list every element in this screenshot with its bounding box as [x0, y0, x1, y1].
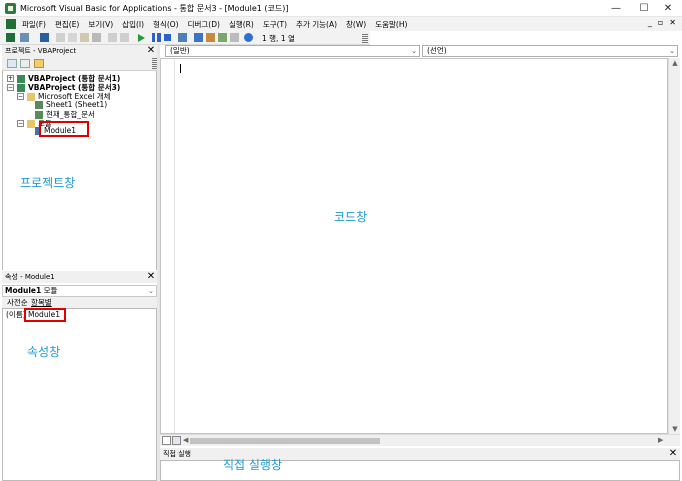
chevron-down-icon[interactable]: ⌄	[148, 286, 154, 296]
window-title: Microsoft Visual Basic for Applications …	[20, 4, 289, 13]
vba-app-icon	[5, 3, 16, 14]
properties-pane-header: 속성 - Module1	[2, 271, 157, 283]
menu-debug[interactable]: 디버그(D)	[188, 19, 220, 30]
project-pane-toolbar	[2, 57, 157, 71]
view-code-icon[interactable]	[7, 59, 17, 68]
properties-window-icon[interactable]	[206, 33, 215, 42]
collapse-icon[interactable]: −	[17, 93, 24, 100]
folder-icon	[27, 92, 35, 101]
menu-view[interactable]: 보기(V)	[88, 19, 113, 30]
copy-icon[interactable]	[68, 33, 77, 42]
paste-icon[interactable]	[80, 33, 89, 42]
find-icon[interactable]	[92, 33, 101, 42]
toolbox-icon[interactable]	[230, 33, 239, 42]
scroll-left-icon[interactable]: ◀	[183, 436, 188, 444]
code-vertical-scrollbar[interactable]: ▲ ▼	[668, 58, 680, 434]
design-mode-icon[interactable]	[178, 33, 187, 42]
undo-icon[interactable]	[108, 33, 117, 42]
properties-pane-title: 속성 - Module1	[5, 273, 55, 281]
object-combo[interactable]: (일반) ⌄	[165, 45, 420, 57]
save-icon[interactable]	[40, 33, 49, 42]
collapse-icon[interactable]: −	[17, 120, 24, 127]
name-value-highlight-box	[24, 308, 66, 322]
immediate-pane-title: 직접 실행	[163, 450, 191, 458]
close-button[interactable]: ✕	[654, 0, 682, 17]
redo-icon[interactable]	[120, 33, 129, 42]
standard-toolbar: 1 행, 1 열	[0, 31, 370, 45]
insert-module-icon[interactable]	[20, 33, 29, 42]
project-pane-title: 프로젝트 - VBAProject	[5, 47, 77, 55]
properties-pane-close-icon[interactable]: ✕	[146, 272, 156, 282]
code-margin[interactable]	[161, 59, 175, 433]
menu-bar: 파일(F) 편집(E) 보기(V) 삽입(I) 형식(O) 디버그(D) 실행(…	[0, 17, 682, 31]
tab-categorized[interactable]: 항목별	[31, 297, 52, 308]
menu-format[interactable]: 형식(O)	[153, 19, 179, 30]
full-module-view-icon[interactable]	[172, 436, 181, 445]
child-close-button[interactable]: ✕	[669, 18, 676, 27]
cursor-position: 1 행, 1 열	[262, 34, 295, 43]
collapse-icon[interactable]: −	[7, 84, 14, 91]
project-explorer-icon[interactable]	[194, 33, 203, 42]
chevron-down-icon[interactable]: ⌄	[411, 46, 417, 56]
child-minimize-button[interactable]: _	[648, 18, 652, 27]
object-browser-icon[interactable]	[218, 33, 227, 42]
toolbar-grip-icon[interactable]	[362, 34, 368, 43]
menu-tools[interactable]: 도구(T)	[263, 19, 287, 30]
scroll-right-icon[interactable]: ▶	[658, 436, 663, 444]
help-icon[interactable]	[244, 33, 253, 42]
menu-file[interactable]: 파일(F)	[22, 19, 46, 30]
menu-addins[interactable]: 추가 기능(A)	[296, 19, 337, 30]
project-pane-close-icon[interactable]: ✕	[146, 46, 156, 56]
project-tree[interactable]: + VBAProject (통합 문서1) − VBAProject (통합 문…	[2, 71, 157, 270]
view-object-icon[interactable]	[20, 59, 30, 68]
title-bar: Microsoft Visual Basic for Applications …	[0, 0, 682, 17]
scroll-up-icon[interactable]: ▲	[669, 59, 681, 67]
module1-highlight-box	[39, 121, 89, 137]
properties-tabs: 사전순 항목별	[2, 297, 157, 308]
properties-grid: (이름) Module1 속성창	[2, 308, 157, 481]
run-icon[interactable]	[138, 34, 145, 42]
procedure-view-icon[interactable]	[162, 436, 171, 445]
menu-insert[interactable]: 삽입(I)	[122, 19, 144, 30]
sheet-icon	[35, 100, 43, 109]
procedure-combo[interactable]: (선언) ⌄	[422, 45, 678, 57]
folder-icon	[27, 119, 35, 128]
menu-edit[interactable]: 편집(E)	[55, 19, 79, 30]
tab-alphabetic[interactable]: 사전순	[7, 297, 28, 308]
code-editor[interactable]: 코드창	[160, 58, 668, 434]
code-horizontal-scrollbar[interactable]: ◀ ▶	[160, 434, 680, 446]
scroll-thumb[interactable]	[190, 438, 380, 444]
immediate-window[interactable]: 직접 실행창	[160, 458, 680, 481]
menu-window[interactable]: 창(W)	[346, 19, 366, 30]
project-pane-header: 프로젝트 - VBAProject	[2, 45, 157, 57]
property-name-label: (이름)	[6, 310, 26, 319]
scroll-down-icon[interactable]: ▼	[669, 425, 681, 433]
code-window-annotation: 코드창	[334, 210, 368, 224]
text-caret	[180, 64, 181, 73]
child-restore-button[interactable]: ▫	[658, 18, 663, 27]
immediate-pane-close-icon[interactable]: ✕	[668, 449, 678, 459]
tree-item-sheet1[interactable]: Sheet1 (Sheet1)	[35, 100, 107, 109]
expand-icon[interactable]: +	[7, 75, 14, 82]
view-excel-icon[interactable]	[6, 33, 15, 42]
immediate-window-annotation: 직접 실행창	[223, 458, 283, 472]
toggle-folders-icon[interactable]	[34, 59, 44, 68]
properties-window-annotation: 속성창	[27, 345, 61, 359]
menu-run[interactable]: 실행(R)	[229, 19, 254, 30]
excel-icon[interactable]	[6, 19, 16, 29]
minimize-button[interactable]: —	[602, 0, 630, 17]
menu-help[interactable]: 도움말(H)	[375, 19, 407, 30]
object-selector[interactable]: Module1 모듈 ⌄	[2, 285, 157, 297]
cut-icon[interactable]	[56, 33, 65, 42]
reset-icon[interactable]	[164, 34, 171, 41]
chevron-down-icon[interactable]: ⌄	[669, 46, 675, 56]
project-window-annotation: 프로젝트창	[20, 176, 76, 190]
break-icon[interactable]	[152, 33, 161, 42]
